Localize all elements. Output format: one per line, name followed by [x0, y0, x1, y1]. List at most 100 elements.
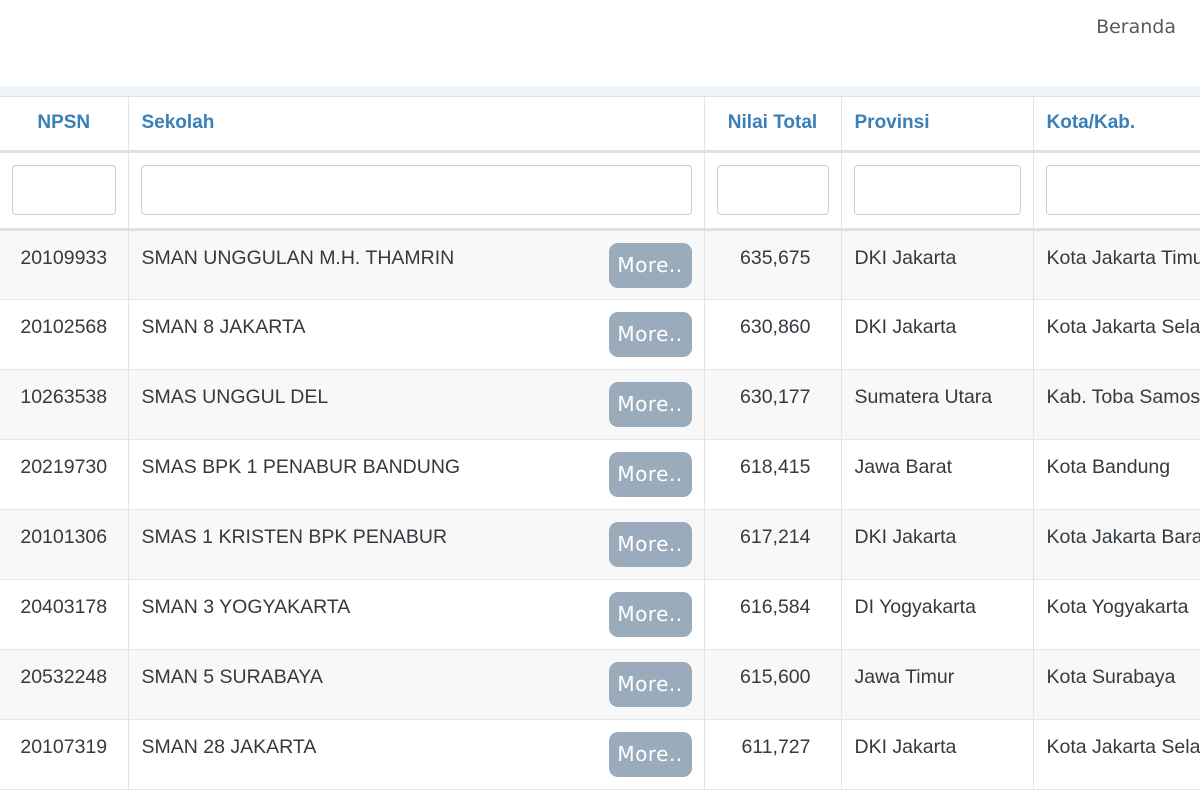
cell-kota-kab: Kota Surabaya: [1033, 649, 1200, 720]
cell-sekolah: SMAN 3 YOGYAKARTA More..: [128, 579, 705, 650]
filter-cell-kota-kab: [1033, 151, 1200, 231]
city-name: Kota Bandung: [1046, 455, 1171, 478]
cell-provinsi: Jawa Timur: [841, 649, 1034, 720]
more-button[interactable]: More..: [608, 661, 692, 707]
cell-sekolah: SMAN 8 JAKARTA More..: [128, 299, 705, 370]
results-table-container[interactable]: NPSN Sekolah Nilai Total Provinsi Kota/K…: [0, 96, 1200, 800]
total-score: 630,177: [740, 385, 811, 408]
city-name: Kota Jakarta Selatan: [1046, 315, 1200, 338]
province-name: DKI Jakarta: [854, 525, 957, 548]
more-button[interactable]: More..: [608, 242, 692, 288]
more-button[interactable]: More..: [608, 591, 692, 637]
total-score: 630,860: [740, 315, 811, 338]
city-name: Kab. Toba Samosir: [1046, 385, 1200, 408]
province-name: Jawa Timur: [854, 665, 955, 688]
npsn-value: 20403178: [20, 595, 108, 618]
npsn-value: 20102568: [20, 315, 108, 338]
city-name: Kota Surabaya: [1046, 665, 1176, 688]
more-button[interactable]: More..: [608, 451, 692, 497]
filter-input-npsn[interactable]: [12, 165, 116, 215]
total-score: 615,600: [740, 665, 811, 688]
npsn-value: 20101306: [20, 525, 108, 548]
table-row: 20109933 SMAN UNGGULAN M.H. THAMRIN More.…: [0, 229, 1200, 300]
table-row: 20107319 SMAN 28 JAKARTA More.. 611,727 D…: [0, 719, 1200, 790]
header-divider-band: [0, 86, 1200, 96]
province-name: DKI Jakarta: [854, 315, 957, 338]
top-navbar: Beranda: [0, 0, 1200, 86]
npsn-value: 20109933: [20, 246, 108, 269]
cell-npsn: 20102568: [0, 299, 129, 370]
nav-link-beranda[interactable]: Beranda: [1096, 16, 1176, 38]
province-name: DI Yogyakarta: [854, 595, 976, 618]
more-button[interactable]: More..: [608, 731, 692, 777]
total-score: 635,675: [740, 246, 811, 269]
npsn-value: 10263538: [20, 385, 108, 408]
filter-input-kota-kab[interactable]: [1045, 165, 1200, 215]
filter-input-sekolah[interactable]: [140, 165, 692, 215]
column-header-nilai-total[interactable]: Nilai Total: [704, 97, 842, 153]
cell-npsn: 20219730: [0, 439, 129, 510]
column-header-sekolah[interactable]: Sekolah: [128, 97, 705, 153]
cell-provinsi: DI Yogyakarta: [841, 579, 1034, 650]
total-score: 618,415: [740, 455, 811, 478]
cell-kota-kab: Kota Yogyakarta: [1033, 579, 1200, 650]
cell-npsn: 20403178: [0, 579, 129, 650]
province-name: DKI Jakarta: [854, 246, 957, 269]
table-row: 20403178 SMAN 3 YOGYAKARTA More.. 616,584…: [0, 579, 1200, 650]
cell-kota-kab: Kota Jakarta Selatan: [1033, 719, 1200, 790]
filter-cell-sekolah: [128, 151, 705, 231]
cell-nilai-total: 618,415: [704, 439, 842, 510]
cell-sekolah: SMAS 1 KRISTEN BPK PENABUR More..: [128, 509, 705, 580]
column-header-npsn[interactable]: NPSN: [0, 97, 129, 153]
cell-provinsi: DKI Jakarta: [841, 509, 1034, 580]
page: Beranda NPSN Sekolah Nilai Total Provins…: [0, 0, 1200, 800]
cell-sekolah: SMAS UNGGUL DEL More..: [128, 369, 705, 440]
cell-npsn: 20109933: [0, 229, 129, 300]
province-name: Jawa Barat: [854, 455, 953, 478]
total-score: 611,727: [741, 735, 811, 758]
cell-sekolah: SMAN UNGGULAN M.H. THAMRIN More..: [128, 229, 705, 300]
more-button[interactable]: More..: [608, 381, 692, 427]
results-table: NPSN Sekolah Nilai Total Provinsi Kota/K…: [0, 97, 1200, 790]
table-header-row: NPSN Sekolah Nilai Total Provinsi Kota/K…: [0, 97, 1200, 153]
cell-nilai-total: 630,177: [704, 369, 842, 440]
cell-provinsi: DKI Jakarta: [841, 719, 1034, 790]
cell-sekolah: SMAS BPK 1 PENABUR BANDUNG More..: [128, 439, 705, 510]
cell-provinsi: Jawa Barat: [841, 439, 1034, 510]
cell-provinsi: DKI Jakarta: [841, 299, 1034, 370]
table-row: 20532248 SMAN 5 SURABAYA More.. 615,600 J…: [0, 649, 1200, 720]
more-button[interactable]: More..: [608, 311, 692, 357]
cell-npsn: 20101306: [0, 509, 129, 580]
filter-input-nilai-total[interactable]: [716, 165, 829, 215]
total-score: 616,584: [740, 595, 811, 618]
cell-nilai-total: 630,860: [704, 299, 842, 370]
city-name: Kota Yogyakarta: [1046, 595, 1189, 618]
table-row: 20101306 SMAS 1 KRISTEN BPK PENABUR More.…: [0, 509, 1200, 580]
cell-kota-kab: Kota Bandung: [1033, 439, 1200, 510]
more-button[interactable]: More..: [608, 521, 692, 567]
npsn-value: 20107319: [20, 735, 108, 758]
city-name: Kota Jakarta Selatan: [1046, 735, 1200, 758]
city-name: Kota Jakarta Barat: [1046, 525, 1200, 548]
cell-sekolah: SMAN 28 JAKARTA More..: [128, 719, 705, 790]
column-header-provinsi[interactable]: Provinsi: [841, 97, 1034, 153]
cell-nilai-total: 616,584: [704, 579, 842, 650]
table-row: 10263538 SMAS UNGGUL DEL More.. 630,177 S…: [0, 369, 1200, 440]
filter-input-provinsi[interactable]: [853, 165, 1021, 215]
cell-kota-kab: Kota Jakarta Barat: [1033, 509, 1200, 580]
province-name: Sumatera Utara: [854, 385, 993, 408]
cell-npsn: 10263538: [0, 369, 129, 440]
column-header-kota-kab[interactable]: Kota/Kab.: [1033, 97, 1200, 153]
table-row: 20219730 SMAS BPK 1 PENABUR BANDUNG More.…: [0, 439, 1200, 510]
cell-nilai-total: 615,600: [704, 649, 842, 720]
filter-cell-npsn: [0, 151, 129, 231]
table-row: 20102568 SMAN 8 JAKARTA More.. 630,860 DK…: [0, 299, 1200, 370]
cell-nilai-total: 617,214: [704, 509, 842, 580]
cell-nilai-total: 635,675: [704, 229, 842, 300]
cell-sekolah: SMAN 5 SURABAYA More..: [128, 649, 705, 720]
cell-npsn: 20107319: [0, 719, 129, 790]
table-body: 20109933 SMAN UNGGULAN M.H. THAMRIN More.…: [0, 229, 1200, 790]
city-name: Kota Jakarta Timur: [1046, 246, 1200, 269]
cell-kota-kab: Kab. Toba Samosir: [1033, 369, 1200, 440]
filter-cell-nilai-total: [704, 151, 842, 231]
